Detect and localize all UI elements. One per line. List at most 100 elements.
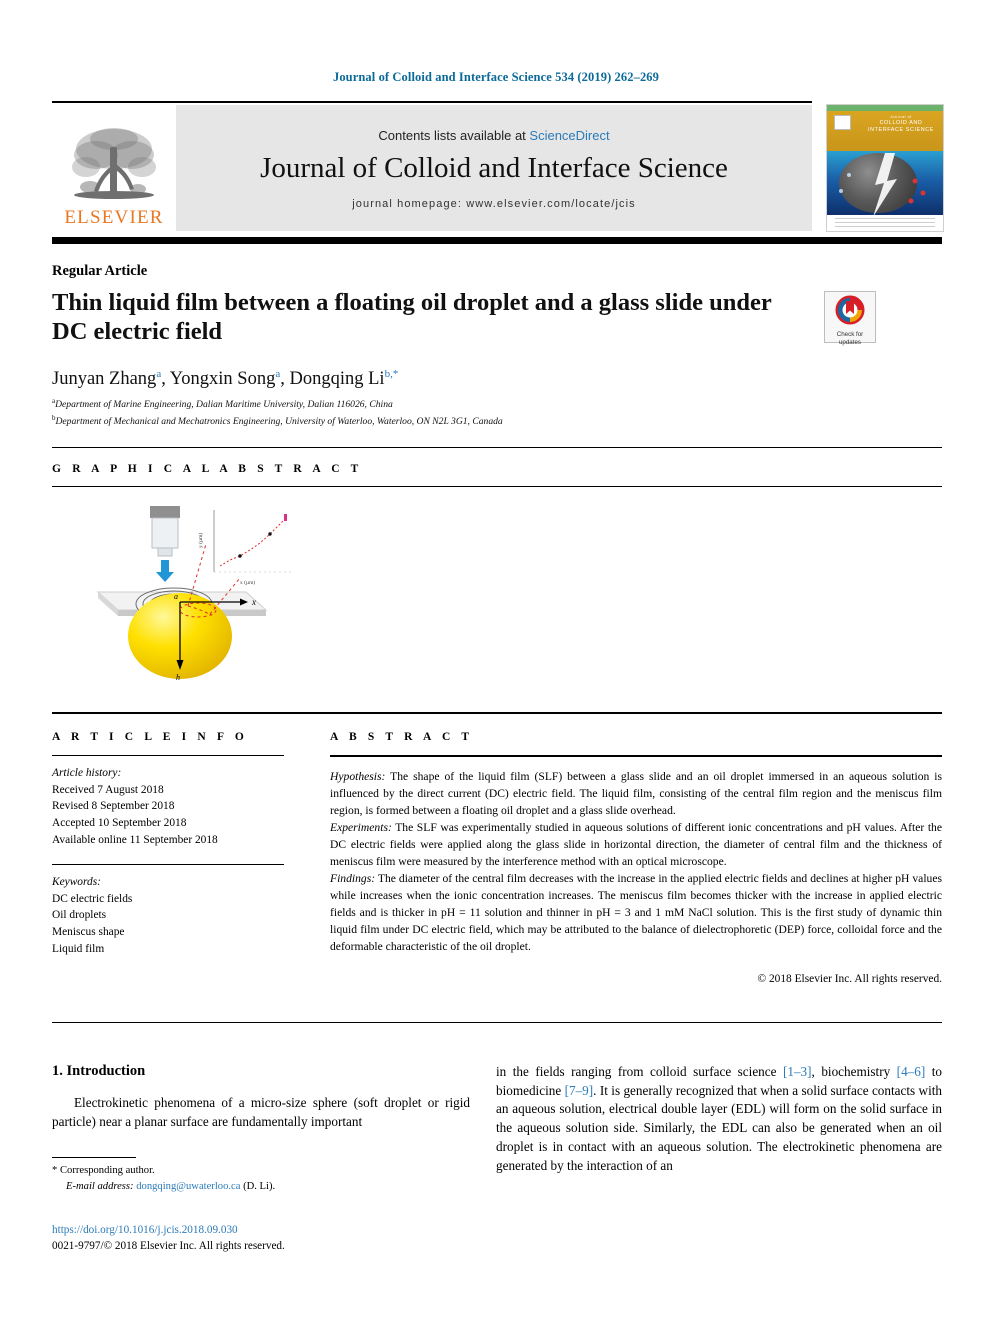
corresponding-author-label: Corresponding author.: [59, 1165, 155, 1176]
citation-ref-2[interactable]: [4–6]: [897, 1064, 926, 1079]
footnote-block: * Corresponding author. E-mail address: …: [52, 1163, 472, 1195]
abstract-hypothesis: Hypothesis: The shape of the liquid film…: [330, 768, 942, 819]
article-info-column: A R T I C L E I N F O Article history: R…: [52, 731, 284, 957]
cover-lightning-icon: [839, 153, 926, 215]
cover-title-main: COLLOID AND INTERFACE SCIENCE: [868, 119, 934, 134]
h-label: h: [176, 673, 180, 682]
intro-paragraph-left: Electrokinetic phenomena of a micro-size…: [52, 1095, 470, 1129]
abstract-experiments: Experiments: The SLF was experimentally …: [330, 819, 942, 870]
cover-title: Journal of COLLOID AND INTERFACE SCIENCE: [865, 115, 937, 134]
email-label: E-mail address:: [66, 1180, 134, 1192]
abstract-body: Hypothesis: The shape of the liquid film…: [330, 768, 942, 988]
abstract-hypothesis-label: Hypothesis:: [330, 770, 386, 783]
crossmark-badge[interactable]: Check for updates: [824, 291, 876, 346]
article-info-heading-rule: [52, 755, 284, 756]
author-list: Junyan Zhanga, Yongxin Songa, Dongqing L…: [52, 368, 852, 390]
abstract-column: A B S T R A C T Hypothesis: The shape of…: [330, 731, 942, 988]
article-info-heading: A R T I C L E I N F O: [52, 731, 248, 743]
journal-title: Journal of Colloid and Interface Science: [260, 152, 728, 185]
abstract-findings-label: Findings:: [330, 872, 376, 886]
sciencedirect-link[interactable]: ScienceDirect: [529, 128, 609, 143]
intro-right-part2: , biochemistry: [811, 1064, 897, 1079]
crossmark-label: Check for updates: [825, 331, 875, 347]
graphical-abstract-heading: G R A P H I C A L A B S T R A C T: [52, 463, 363, 475]
cover-footer: [827, 215, 943, 231]
running-head: Journal of Colloid and Interface Science…: [332, 70, 660, 84]
inset-plot: y (µm) x (µm): [197, 510, 292, 586]
inset-point: [238, 554, 242, 558]
section-heading-introduction: 1. Introduction: [52, 1063, 146, 1079]
elsevier-wordmark: ELSEVIER: [64, 207, 164, 228]
keywords-block: Keywords: DC electric fields Oil droplet…: [52, 874, 284, 957]
author-1[interactable]: Junyan Zhang: [52, 369, 156, 389]
body-right-column: in the fields ranging from colloid surfa…: [496, 1063, 942, 1175]
author-sep-1: ,: [161, 369, 170, 390]
author-3[interactable]: Dongqing Li: [289, 369, 384, 389]
keyword-item: Meniscus shape: [52, 926, 125, 939]
abstract-findings-text: The diameter of the central film decreas…: [330, 872, 942, 954]
paper-page: Journal of Colloid and Interface Science…: [0, 0, 992, 1323]
graphical-abstract-heading-rule: [52, 486, 942, 487]
author-3-affil-mark: b,*: [384, 368, 399, 380]
crossmark-line2: updates: [838, 338, 862, 346]
history-available-online: Available online 11 September 2018: [52, 833, 218, 846]
affiliation-list: aDepartment of Marine Engineering, Dalia…: [52, 396, 852, 429]
crossmark-icon: [835, 295, 865, 325]
journal-cover-thumbnail: Journal of COLLOID AND INTERFACE SCIENCE: [826, 104, 944, 232]
inset-marker: [284, 514, 287, 521]
masthead-center: Contents lists available at ScienceDirec…: [176, 105, 812, 231]
cover-artwork: [827, 151, 943, 215]
history-revised: Revised 8 September 2018: [52, 800, 175, 813]
keyword-item: Oil droplets: [52, 909, 107, 922]
body-top-rule: [52, 1022, 942, 1023]
journal-homepage[interactable]: journal homepage: www.elsevier.com/locat…: [352, 198, 636, 210]
intro-right-part1: in the fields ranging from colloid surfa…: [496, 1064, 783, 1079]
body-left-column: 1. Introduction Electrokinetic phenomena…: [52, 1063, 470, 1131]
x-axis-label: x: [251, 597, 256, 607]
abstract-copyright: © 2018 Elsevier Inc. All rights reserved…: [757, 973, 942, 986]
abstract-heading: A B S T R A C T: [330, 731, 474, 743]
keyword-item: DC electric fields: [52, 892, 133, 905]
affiliation-a-text: Department of Marine Engineering, Dalian…: [55, 399, 393, 411]
abstract-hypothesis-text: The shape of the liquid film (SLF) betwe…: [330, 770, 942, 818]
keyword-item: Liquid film: [52, 942, 105, 955]
masthead-black-bar: [52, 237, 942, 244]
email-line: E-mail address: dongqing@uwaterloo.ca (D…: [52, 1179, 472, 1195]
footnote-separator: [52, 1157, 136, 1158]
microscope-body: [150, 506, 180, 518]
abstract-experiments-label: Experiments:: [330, 821, 392, 835]
cover-elsevier-badge: [834, 115, 851, 130]
affiliation-b-text: Department of Mechanical and Mechatronic…: [55, 415, 503, 427]
doi-link[interactable]: https://doi.org/10.1016/j.jcis.2018.09.0…: [52, 1222, 472, 1238]
inset-point: [268, 532, 272, 536]
article-type-label: Regular Article: [52, 263, 148, 279]
contents-line: Contents lists available at ScienceDirec…: [378, 128, 609, 143]
keywords-label: Keywords:: [52, 876, 101, 889]
citation-ref-3[interactable]: [7–9]: [565, 1083, 594, 1098]
masthead-top-rule: [52, 101, 812, 103]
elsevier-logo: ELSEVIER: [52, 105, 176, 231]
affiliation-a: aDepartment of Marine Engineering, Dalia…: [52, 396, 852, 413]
crossmark-line1: Check for: [836, 331, 864, 338]
elsevier-tree-icon: [72, 128, 156, 199]
light-arrow-icon: [156, 560, 174, 582]
contents-prefix: Contents lists available at: [378, 128, 530, 144]
email-link[interactable]: dongqing@uwaterloo.ca: [136, 1181, 240, 1192]
article-history: Article history: Received 7 August 2018 …: [52, 765, 284, 848]
author-2[interactable]: Yongxin Song: [170, 369, 276, 389]
journal-masthead: ELSEVIER Contents lists available at Sci…: [52, 105, 812, 231]
citation-ref-1[interactable]: [1–3]: [783, 1064, 812, 1079]
graphical-abstract-figure: x a h y (µm) x (µm): [88, 498, 298, 684]
doi-block: https://doi.org/10.1016/j.jcis.2018.09.0…: [52, 1222, 472, 1254]
intro-paragraph-right: in the fields ranging from colloid surfa…: [496, 1063, 942, 1175]
abstract-heading-rule: [330, 755, 942, 757]
microscope-lens-barrel: [151, 517, 179, 549]
corresponding-author-line: * Corresponding author.: [52, 1163, 472, 1179]
abstract-findings: Findings: The diameter of the central fi…: [330, 870, 942, 955]
cover-green-band: [827, 105, 943, 111]
graphical-abstract-top-rule: [52, 447, 942, 448]
issn-copyright-line: 0021-9797/© 2018 Elsevier Inc. All right…: [52, 1240, 285, 1253]
history-accepted: Accepted 10 September 2018: [52, 816, 187, 829]
email-suffix: (D. Li).: [240, 1180, 276, 1192]
inset-y-label: y (µm): [197, 533, 204, 548]
